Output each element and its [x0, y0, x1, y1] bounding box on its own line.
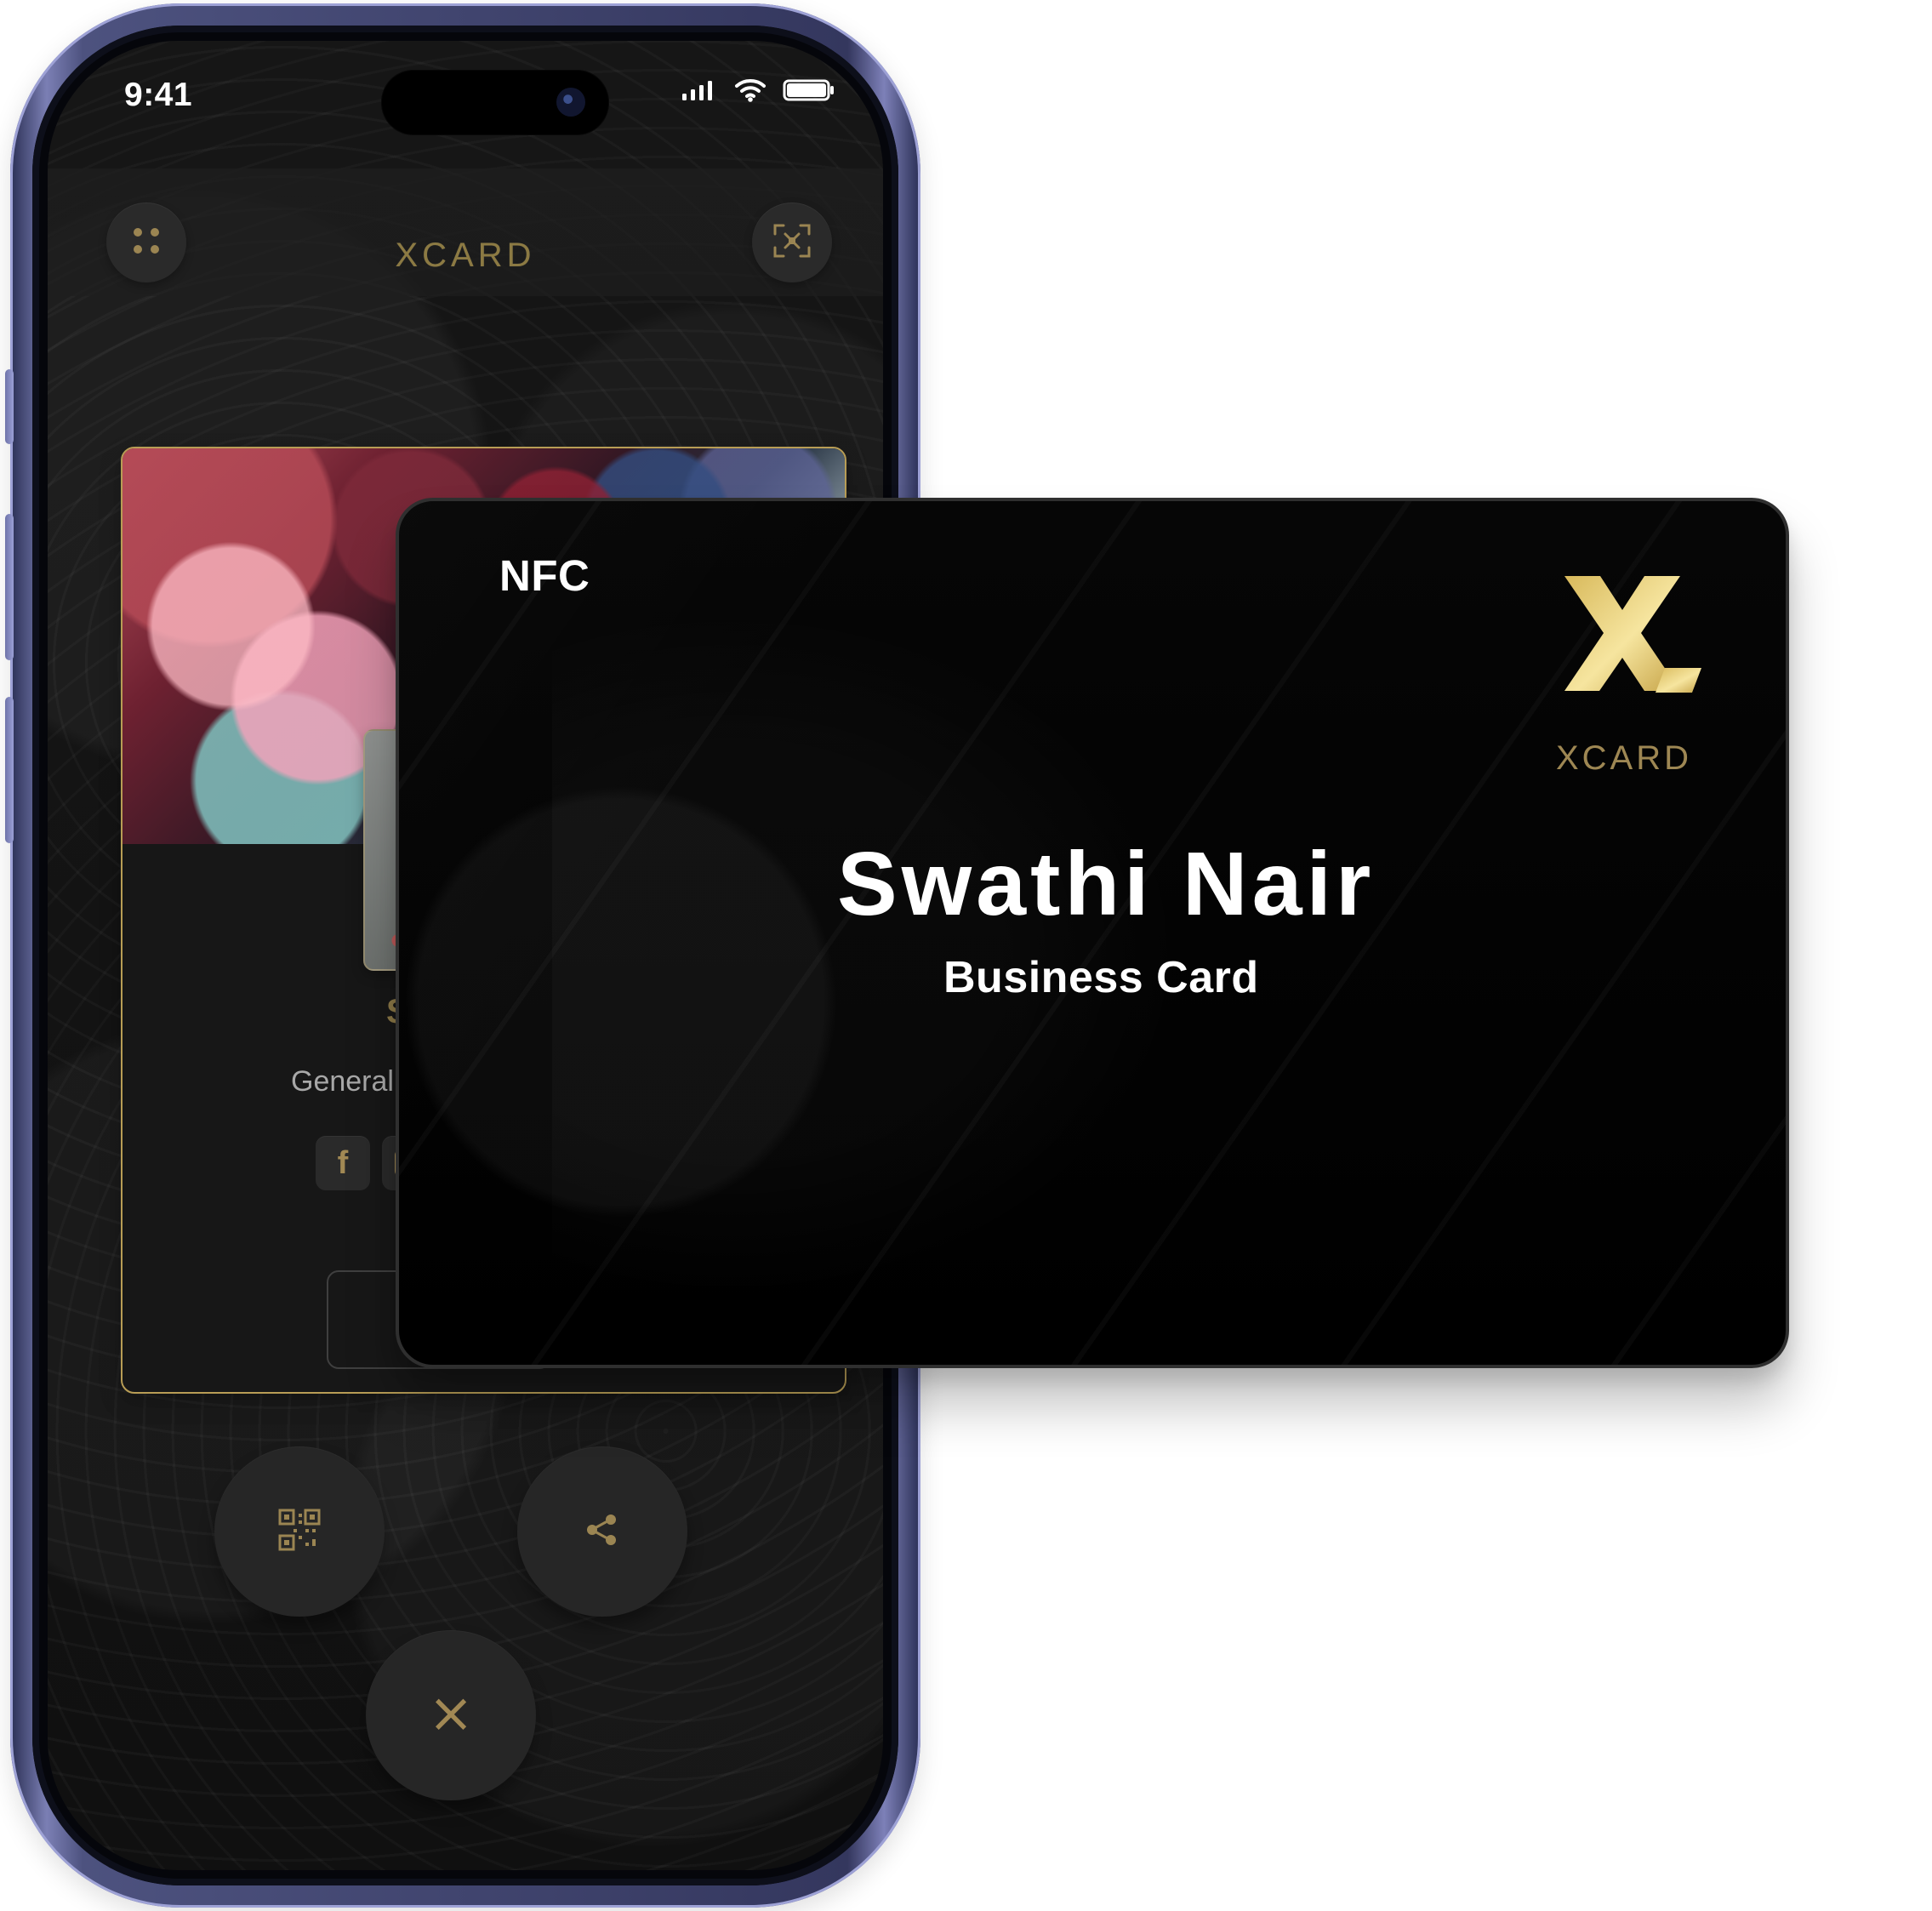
xcard-logo-icon — [1564, 576, 1701, 693]
nfc-business-card: NFC XCARD Swathi Nair Business Card — [396, 498, 1789, 1368]
phone-side-button-top — [5, 369, 14, 444]
scan-icon — [770, 219, 814, 266]
phone-side-button-bottom — [5, 697, 14, 843]
qr-code-icon — [276, 1507, 322, 1556]
app-logo: XCARD — [395, 237, 536, 274]
facebook-icon: f — [337, 1145, 349, 1181]
battery-icon — [783, 77, 837, 103]
status-bar: 9:41 — [48, 41, 883, 151]
signal-icon — [681, 78, 718, 102]
status-icons — [681, 77, 837, 103]
nfc-brand: XCARD — [1555, 739, 1692, 777]
camera-icon — [556, 88, 585, 117]
share-icon — [578, 1506, 626, 1557]
dynamic-island — [381, 70, 609, 135]
qr-code-button[interactable] — [214, 1446, 385, 1617]
status-time: 9:41 — [124, 77, 193, 113]
scan-button[interactable] — [752, 203, 832, 282]
close-button[interactable]: × — [366, 1630, 536, 1800]
nfc-label: NFC — [499, 551, 590, 600]
wifi-icon — [733, 77, 767, 103]
facebook-button[interactable]: f — [316, 1136, 370, 1190]
close-icon: × — [428, 1682, 474, 1745]
card-subtitle: Business Card — [943, 953, 1259, 1002]
composition-stage: 9:41 XCARD General Mar f × NFC XCARD Swa… — [0, 0, 1932, 1911]
grid-menu-button[interactable] — [106, 203, 186, 282]
card-holder-name: Swathi Nair — [837, 834, 1376, 934]
grid-icon — [128, 222, 165, 263]
phone-side-button-middle — [5, 514, 14, 660]
share-button[interactable] — [517, 1446, 687, 1617]
